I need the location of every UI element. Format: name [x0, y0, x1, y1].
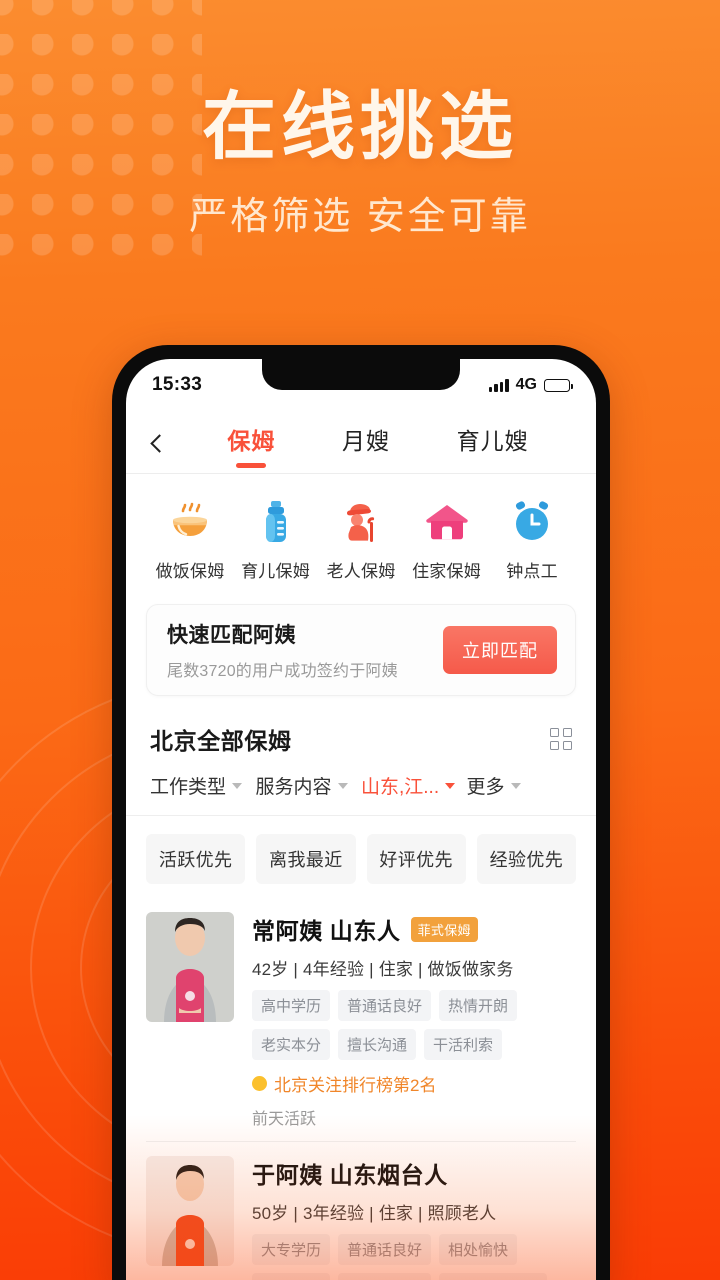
listing-tag: 老实本分: [252, 1029, 331, 1060]
sort-chip-row: 活跃优先 离我最近 好评优先 经验优先: [126, 816, 596, 898]
listing-meta: 50岁 | 3年经验 | 住家 | 照顾老人: [252, 1204, 497, 1223]
sort-chip-active-first[interactable]: 活跃优先: [146, 834, 246, 884]
listing-tag: 普通话良好: [338, 990, 432, 1021]
filter-label: 更多: [466, 777, 505, 798]
listing-tags: 大专学历 普通话良好 相处愉快 责任心强 个人形象好 做事仔细认真 做饭好吃 热…: [252, 1234, 576, 1280]
category-label: 老人保姆: [326, 562, 396, 581]
phone-notch: [262, 359, 460, 390]
category-live-in-nanny[interactable]: 住家保姆: [409, 498, 485, 582]
quick-match-card[interactable]: 快速匹配阿姨 尾数3720的用户成功签约于阿姨 立即匹配: [146, 604, 576, 696]
avatar: [146, 1156, 234, 1266]
chevron-left-icon[interactable]: [144, 432, 170, 458]
listing-tag: 大专学历: [252, 1234, 331, 1265]
listing-list: 常阿姨 山东人 菲式保姆 42岁 | 4年经验 | 住家 | 做饭做家务 高中学…: [126, 898, 596, 1280]
category-hourly-worker[interactable]: 钟点工: [494, 498, 570, 582]
listing-name: 于阿姨 山东烟台人: [252, 1162, 448, 1188]
listing-activity: 前天活跃: [252, 1111, 317, 1128]
status-indicators: 4G: [488, 376, 573, 394]
filter-service-content[interactable]: 服务内容: [256, 772, 362, 799]
filter-work-type[interactable]: 工作类型: [150, 772, 256, 799]
alarm-clock-icon: [494, 498, 570, 546]
listing-name: 常阿姨 山东人: [252, 918, 401, 944]
promo-hero: 在线挑选 严格筛选 安全可靠: [0, 85, 720, 240]
sort-chip-nearest[interactable]: 离我最近: [256, 834, 356, 884]
filter-label: 工作类型: [150, 777, 227, 798]
listing-rank-label: 北京关注排行榜第2名: [274, 1076, 437, 1095]
quick-match-title: 快速匹配阿姨: [167, 624, 296, 647]
elderly-person-icon: [323, 498, 399, 546]
listing-name-row: 常阿姨 山东人 菲式保姆: [252, 912, 576, 946]
chevron-down-icon: [445, 782, 456, 789]
tab-bar: 保姆 月嫂 育儿嫂: [170, 422, 574, 468]
chevron-down-icon: [232, 782, 243, 789]
promo-subtitle: 严格筛选 安全可靠: [189, 195, 531, 238]
avatar: [146, 912, 234, 1022]
listing-tag: 热情开朗: [439, 990, 518, 1021]
listing-tag: 擅长沟通: [338, 1029, 417, 1060]
tab-baomu[interactable]: 保姆: [227, 422, 275, 468]
filter-region[interactable]: 山东,江...: [361, 772, 467, 799]
listing-tag: 干活利索: [424, 1029, 503, 1060]
listing-tags: 高中学历 普通话良好 热情开朗 老实本分 擅长沟通 干活利索: [252, 990, 576, 1060]
phone-screen: 15:33 4G 保姆 月嫂 育儿嫂 做饭保姆 育儿保姆 老人保姆 住家保姆 钟…: [126, 359, 596, 1280]
category-label: 钟点工: [506, 562, 558, 581]
status-time: 15:33: [152, 374, 203, 395]
filter-bar: 工作类型 服务内容 山东,江... 更多: [126, 756, 596, 815]
navigation-bar: 保姆 月嫂 育儿嫂: [126, 411, 596, 473]
filter-label: 服务内容: [255, 777, 332, 798]
section-header: 北京全部保姆: [126, 696, 596, 756]
section-title: 北京全部保姆: [150, 728, 292, 754]
quick-match-text: 快速匹配阿姨 尾数3720的用户成功签约于阿姨: [167, 619, 398, 681]
filter-more[interactable]: 更多: [467, 772, 573, 799]
listing-tag: 做事仔细认真: [439, 1273, 548, 1280]
category-label: 做饭保姆: [155, 562, 225, 581]
medal-icon: [252, 1076, 267, 1091]
bowl-of-food-icon: [152, 498, 228, 546]
listing-item[interactable]: 常阿姨 山东人 菲式保姆 42岁 | 4年经验 | 住家 | 做饭做家务 高中学…: [146, 898, 576, 1141]
house-icon: [409, 498, 485, 546]
listing-meta: 42岁 | 4年经验 | 住家 | 做饭做家务: [252, 960, 514, 979]
network-label: 4G: [515, 376, 537, 393]
listing-item[interactable]: 于阿姨 山东烟台人 50岁 | 3年经验 | 住家 | 照顾老人 大专学历 普通…: [146, 1141, 576, 1280]
grid-view-icon[interactable]: [550, 728, 572, 750]
listing-tag: 普通话良好: [338, 1234, 432, 1265]
chevron-down-icon: [510, 782, 521, 789]
listing-info: 常阿姨 山东人 菲式保姆 42岁 | 4年经验 | 住家 | 做饭做家务 高中学…: [252, 912, 576, 1129]
phone-mockup: 15:33 4G 保姆 月嫂 育儿嫂 做饭保姆 育儿保姆 老人保姆 住家保姆 钟…: [112, 345, 610, 1280]
signal-icon: [488, 378, 509, 392]
sort-chip-experienced[interactable]: 经验优先: [476, 834, 576, 884]
listing-name-row: 于阿姨 山东烟台人: [252, 1156, 576, 1190]
tab-yuesao[interactable]: 月嫂: [342, 422, 390, 468]
listing-tag: 个人形象好: [338, 1273, 432, 1280]
listing-tag: 相处愉快: [439, 1234, 518, 1265]
listing-tag: 责任心强: [252, 1273, 331, 1280]
filter-label: 山东,江...: [361, 777, 440, 798]
match-now-button[interactable]: 立即匹配: [443, 626, 557, 674]
chevron-down-icon: [337, 782, 348, 789]
category-shortcuts: 做饭保姆 育儿保姆 老人保姆 住家保姆 钟点工: [126, 474, 596, 600]
category-elderly-nanny[interactable]: 老人保姆: [323, 498, 399, 582]
category-label: 住家保姆: [412, 562, 481, 581]
quick-match-subtitle: 尾数3720的用户成功签约于阿姨: [167, 663, 398, 680]
listing-rank: 北京关注排行榜第2名: [252, 1071, 576, 1096]
category-label: 育儿保姆: [241, 562, 310, 581]
category-cooking-nanny[interactable]: 做饭保姆: [152, 498, 228, 582]
tab-yuersao[interactable]: 育儿嫂: [457, 422, 529, 468]
category-childcare-nanny[interactable]: 育儿保姆: [238, 498, 314, 582]
sort-chip-best-rated[interactable]: 好评优先: [366, 834, 466, 884]
battery-icon: [544, 378, 573, 392]
status-badge: 菲式保姆: [410, 916, 478, 942]
listing-tag: 高中学历: [252, 990, 331, 1021]
promo-title: 在线挑选: [202, 85, 518, 168]
baby-bottle-icon: [238, 498, 314, 546]
listing-info: 于阿姨 山东烟台人 50岁 | 3年经验 | 住家 | 照顾老人 大专学历 普通…: [252, 1156, 576, 1280]
